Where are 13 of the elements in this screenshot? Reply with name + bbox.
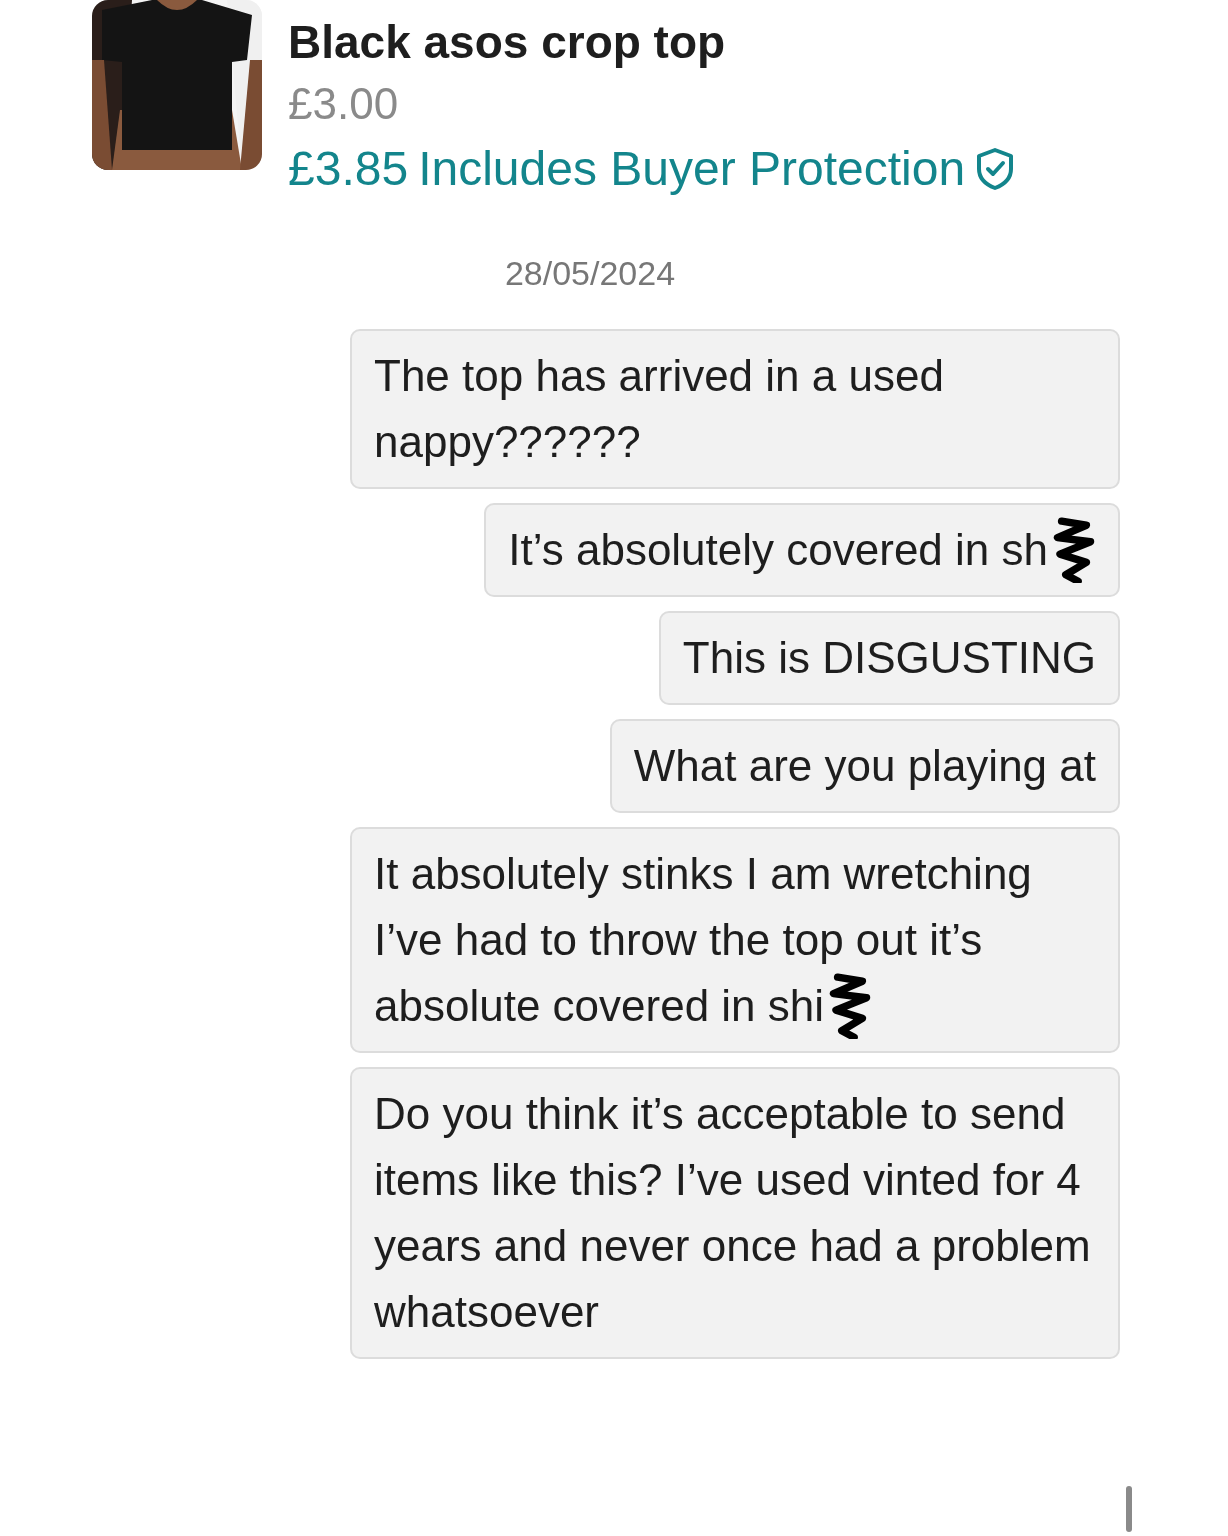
date-label: 28/05/2024 — [503, 254, 677, 293]
item-title: Black asos crop top — [288, 15, 727, 70]
message-text: The top has arrived in a used nappy?????? — [374, 351, 944, 466]
message-text: It’s absolutely covered in sh — [508, 525, 1048, 574]
total-price: £3.85 — [288, 141, 409, 197]
buyer-protection-link[interactable]: Includes Buyer Protection — [418, 136, 966, 202]
shield-check-icon — [975, 147, 1016, 191]
message-text: Do you think it’s acceptable to send items like this? I’ve used vinted for 4 years and never once had a problem whatsoever — [374, 1089, 1091, 1336]
message-text: This is DISGUSTING — [682, 633, 1096, 682]
scroll-bar[interactable] — [1126, 1486, 1132, 1532]
message-text: It absolutely stinks I am wretching I’ve had to throw the top out it’s absolute covered in shi — [374, 849, 1032, 1030]
message-text: What are you playing at — [633, 741, 1096, 790]
item-price: £3.00 — [288, 78, 400, 130]
